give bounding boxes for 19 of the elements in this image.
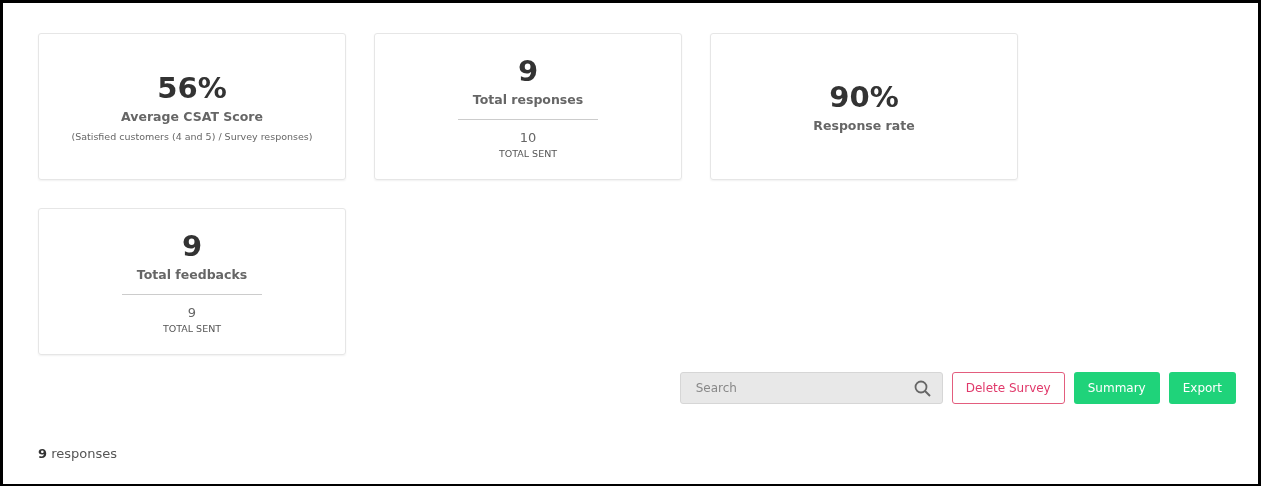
sub-value: 10 bbox=[519, 130, 537, 145]
stat-label: Response rate bbox=[813, 118, 915, 133]
stat-value: 90% bbox=[829, 80, 899, 114]
sub-value: 9 bbox=[187, 305, 197, 320]
stat-label: Average CSAT Score bbox=[121, 109, 263, 124]
stat-label: Total responses bbox=[472, 92, 584, 107]
action-button[interactable]: Summary bbox=[1073, 372, 1160, 404]
action-button[interactable]: Export bbox=[1168, 372, 1236, 404]
search-field[interactable]: Search bbox=[679, 372, 943, 404]
stat-value: 9 bbox=[181, 229, 203, 263]
stat-label: Total feedbacks bbox=[136, 267, 248, 282]
stat-note: (Satisfied customers (4 and 5) / Survey responses) bbox=[71, 131, 313, 142]
search-icon[interactable] bbox=[913, 380, 931, 397]
stat-value: 9 bbox=[517, 54, 539, 88]
delete-button[interactable]: Delete Survey bbox=[951, 372, 1065, 404]
sub-label: TOTAL SENT bbox=[498, 148, 558, 159]
response-count: 9 responses bbox=[38, 446, 117, 461]
stat-value: 56% bbox=[157, 71, 227, 105]
sub-label: TOTAL SENT bbox=[162, 323, 222, 334]
